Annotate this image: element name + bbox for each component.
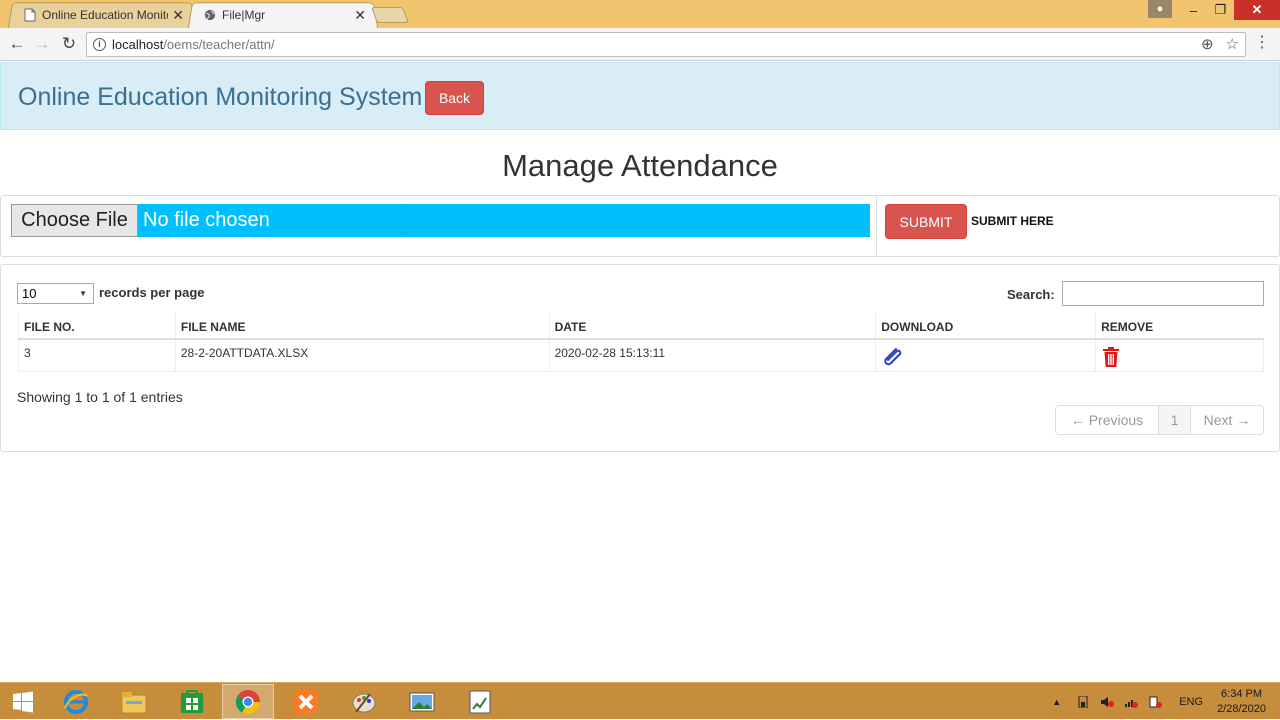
previous-page-button[interactable]: ← Previous bbox=[1056, 406, 1158, 434]
next-page-button[interactable]: Next → bbox=[1190, 406, 1263, 434]
brand-title[interactable]: Online Education Monitoring System bbox=[18, 83, 422, 112]
table-row: 3 28-2-20ATTDATA.XLSX 2020-02-28 15:13:1… bbox=[18, 338, 1264, 372]
table-info: Showing 1 to 1 of 1 entries bbox=[17, 389, 183, 405]
file-name-cell: 28-2-20ATTDATA.XLSX bbox=[174, 338, 550, 372]
page-1-button[interactable]: 1 bbox=[1158, 406, 1190, 434]
chrome-icon[interactable] bbox=[222, 684, 274, 719]
minimize-icon[interactable]: – bbox=[1180, 0, 1207, 20]
browser-titlebar: Online Education Monito ✕ File|Mgr ✕ ● –… bbox=[0, 0, 1280, 29]
attendance-table-panel: 10 ▼ records per page Search: FILE NO. F… bbox=[0, 264, 1280, 452]
menu-dots-icon[interactable]: ⋮ bbox=[1254, 35, 1270, 51]
address-bar[interactable]: i localhost/oems/teacher/attn/ ⊕ ☆ bbox=[86, 32, 1246, 57]
column-header[interactable]: FILE NAME bbox=[174, 312, 550, 340]
file-input[interactable]: Choose File No file chosen bbox=[11, 204, 870, 237]
divider bbox=[403, 204, 404, 237]
upload-panel: Choose File No file chosen SUBMIT SUBMIT… bbox=[0, 195, 1280, 257]
battery-icon[interactable] bbox=[1076, 695, 1090, 708]
choose-file-button[interactable]: Choose File bbox=[11, 204, 138, 237]
window-controls: ● – ❐ ✕ bbox=[1148, 0, 1280, 20]
remove-cell bbox=[1095, 338, 1264, 372]
url-path: /oems/teacher/attn/ bbox=[163, 37, 275, 52]
file-explorer-icon[interactable] bbox=[108, 684, 160, 719]
xampp-icon[interactable] bbox=[280, 684, 332, 719]
close-tab-icon[interactable]: ✕ bbox=[354, 7, 366, 24]
paint-icon[interactable] bbox=[338, 684, 390, 719]
paperclip-icon[interactable] bbox=[881, 346, 905, 368]
column-header[interactable]: FILE NO. bbox=[18, 312, 176, 340]
clock-date: 2/28/2020 bbox=[1217, 702, 1266, 715]
new-tab-button[interactable] bbox=[371, 7, 409, 23]
search-input[interactable] bbox=[1062, 281, 1264, 306]
tray-expand-icon[interactable]: ▲ bbox=[1052, 697, 1061, 707]
volume-muted-icon[interactable] bbox=[1100, 696, 1115, 708]
submit-button[interactable]: SUBMIT bbox=[885, 204, 967, 239]
table-header-row: FILE NO. FILE NAME DATE DOWNLOAD REMOVE bbox=[18, 312, 1264, 340]
action-center-icon[interactable] bbox=[1148, 696, 1163, 708]
page-content: Online Education Monitoring System Back … bbox=[0, 62, 1280, 682]
close-tab-icon[interactable]: ✕ bbox=[172, 7, 184, 24]
submit-hint: SUBMIT HERE bbox=[971, 214, 1054, 228]
column-header[interactable]: DATE bbox=[548, 312, 876, 340]
pagination: ← Previous 1 Next → bbox=[1055, 405, 1264, 435]
tab-online-education[interactable]: Online Education Monito ✕ bbox=[7, 2, 197, 29]
reload-icon[interactable]: ↻ bbox=[60, 35, 78, 53]
clock-time: 6:34 PM bbox=[1221, 687, 1263, 700]
bookmark-star-icon[interactable]: ☆ bbox=[1226, 35, 1239, 53]
browser-toolbar: ← → ↻ i localhost/oems/teacher/attn/ ⊕ ☆… bbox=[0, 28, 1280, 61]
system-tray: ▲ ENG 6:34 PM 2/28/2020 bbox=[1052, 683, 1280, 720]
spreadsheet-icon[interactable] bbox=[454, 684, 506, 719]
file-status-text: No file chosen bbox=[143, 209, 270, 231]
tab-file-mgr[interactable]: File|Mgr ✕ bbox=[187, 2, 379, 29]
page-icon bbox=[24, 8, 36, 22]
restore-icon[interactable]: ❐ bbox=[1207, 0, 1234, 20]
attendance-table: FILE NO. FILE NAME DATE DOWNLOAD REMOVE … bbox=[18, 312, 1264, 372]
close-window-icon[interactable]: ✕ bbox=[1234, 0, 1280, 20]
forward-arrow-icon[interactable]: → bbox=[33, 35, 51, 53]
internet-explorer-icon[interactable] bbox=[50, 684, 102, 719]
info-icon[interactable]: i bbox=[93, 38, 106, 51]
search-label: Search: bbox=[1007, 287, 1055, 302]
globe-icon bbox=[204, 9, 216, 21]
tab-title: Online Education Monito bbox=[42, 8, 169, 22]
url-host: localhost bbox=[112, 37, 164, 52]
clock[interactable]: 6:34 PM 2/28/2020 bbox=[1217, 687, 1266, 717]
language-indicator[interactable]: ENG bbox=[1179, 696, 1203, 708]
back-button[interactable]: Back bbox=[425, 81, 484, 115]
windows-start-icon[interactable] bbox=[0, 684, 46, 719]
trash-icon[interactable] bbox=[1101, 346, 1121, 368]
zoom-icon[interactable]: ⊕ bbox=[1201, 35, 1214, 53]
download-cell bbox=[875, 338, 1097, 372]
store-icon[interactable] bbox=[166, 684, 218, 719]
column-header[interactable]: DOWNLOAD bbox=[875, 312, 1096, 340]
network-icon[interactable] bbox=[1124, 696, 1139, 708]
date-cell: 2020-02-28 15:13:11 bbox=[548, 338, 877, 372]
dropdown-caret-icon: ▼ bbox=[79, 289, 87, 298]
column-header[interactable]: REMOVE bbox=[1095, 312, 1264, 340]
windows-taskbar: ▲ ENG 6:34 PM 2/28/2020 bbox=[0, 682, 1280, 719]
back-arrow-icon[interactable]: ← bbox=[8, 35, 26, 53]
records-per-page-select[interactable]: 10 ▼ bbox=[17, 283, 94, 304]
file-no-cell: 3 bbox=[18, 338, 176, 372]
divider bbox=[876, 196, 877, 256]
user-icon[interactable]: ● bbox=[1148, 0, 1172, 18]
page-title: Manage Attendance bbox=[502, 148, 778, 183]
records-per-page-label: records per page bbox=[99, 285, 205, 300]
photos-icon[interactable] bbox=[396, 684, 448, 719]
tab-title: File|Mgr bbox=[222, 8, 266, 22]
site-header: Online Education Monitoring System Back bbox=[0, 62, 1280, 130]
records-per-page-value: 10 bbox=[22, 286, 37, 301]
